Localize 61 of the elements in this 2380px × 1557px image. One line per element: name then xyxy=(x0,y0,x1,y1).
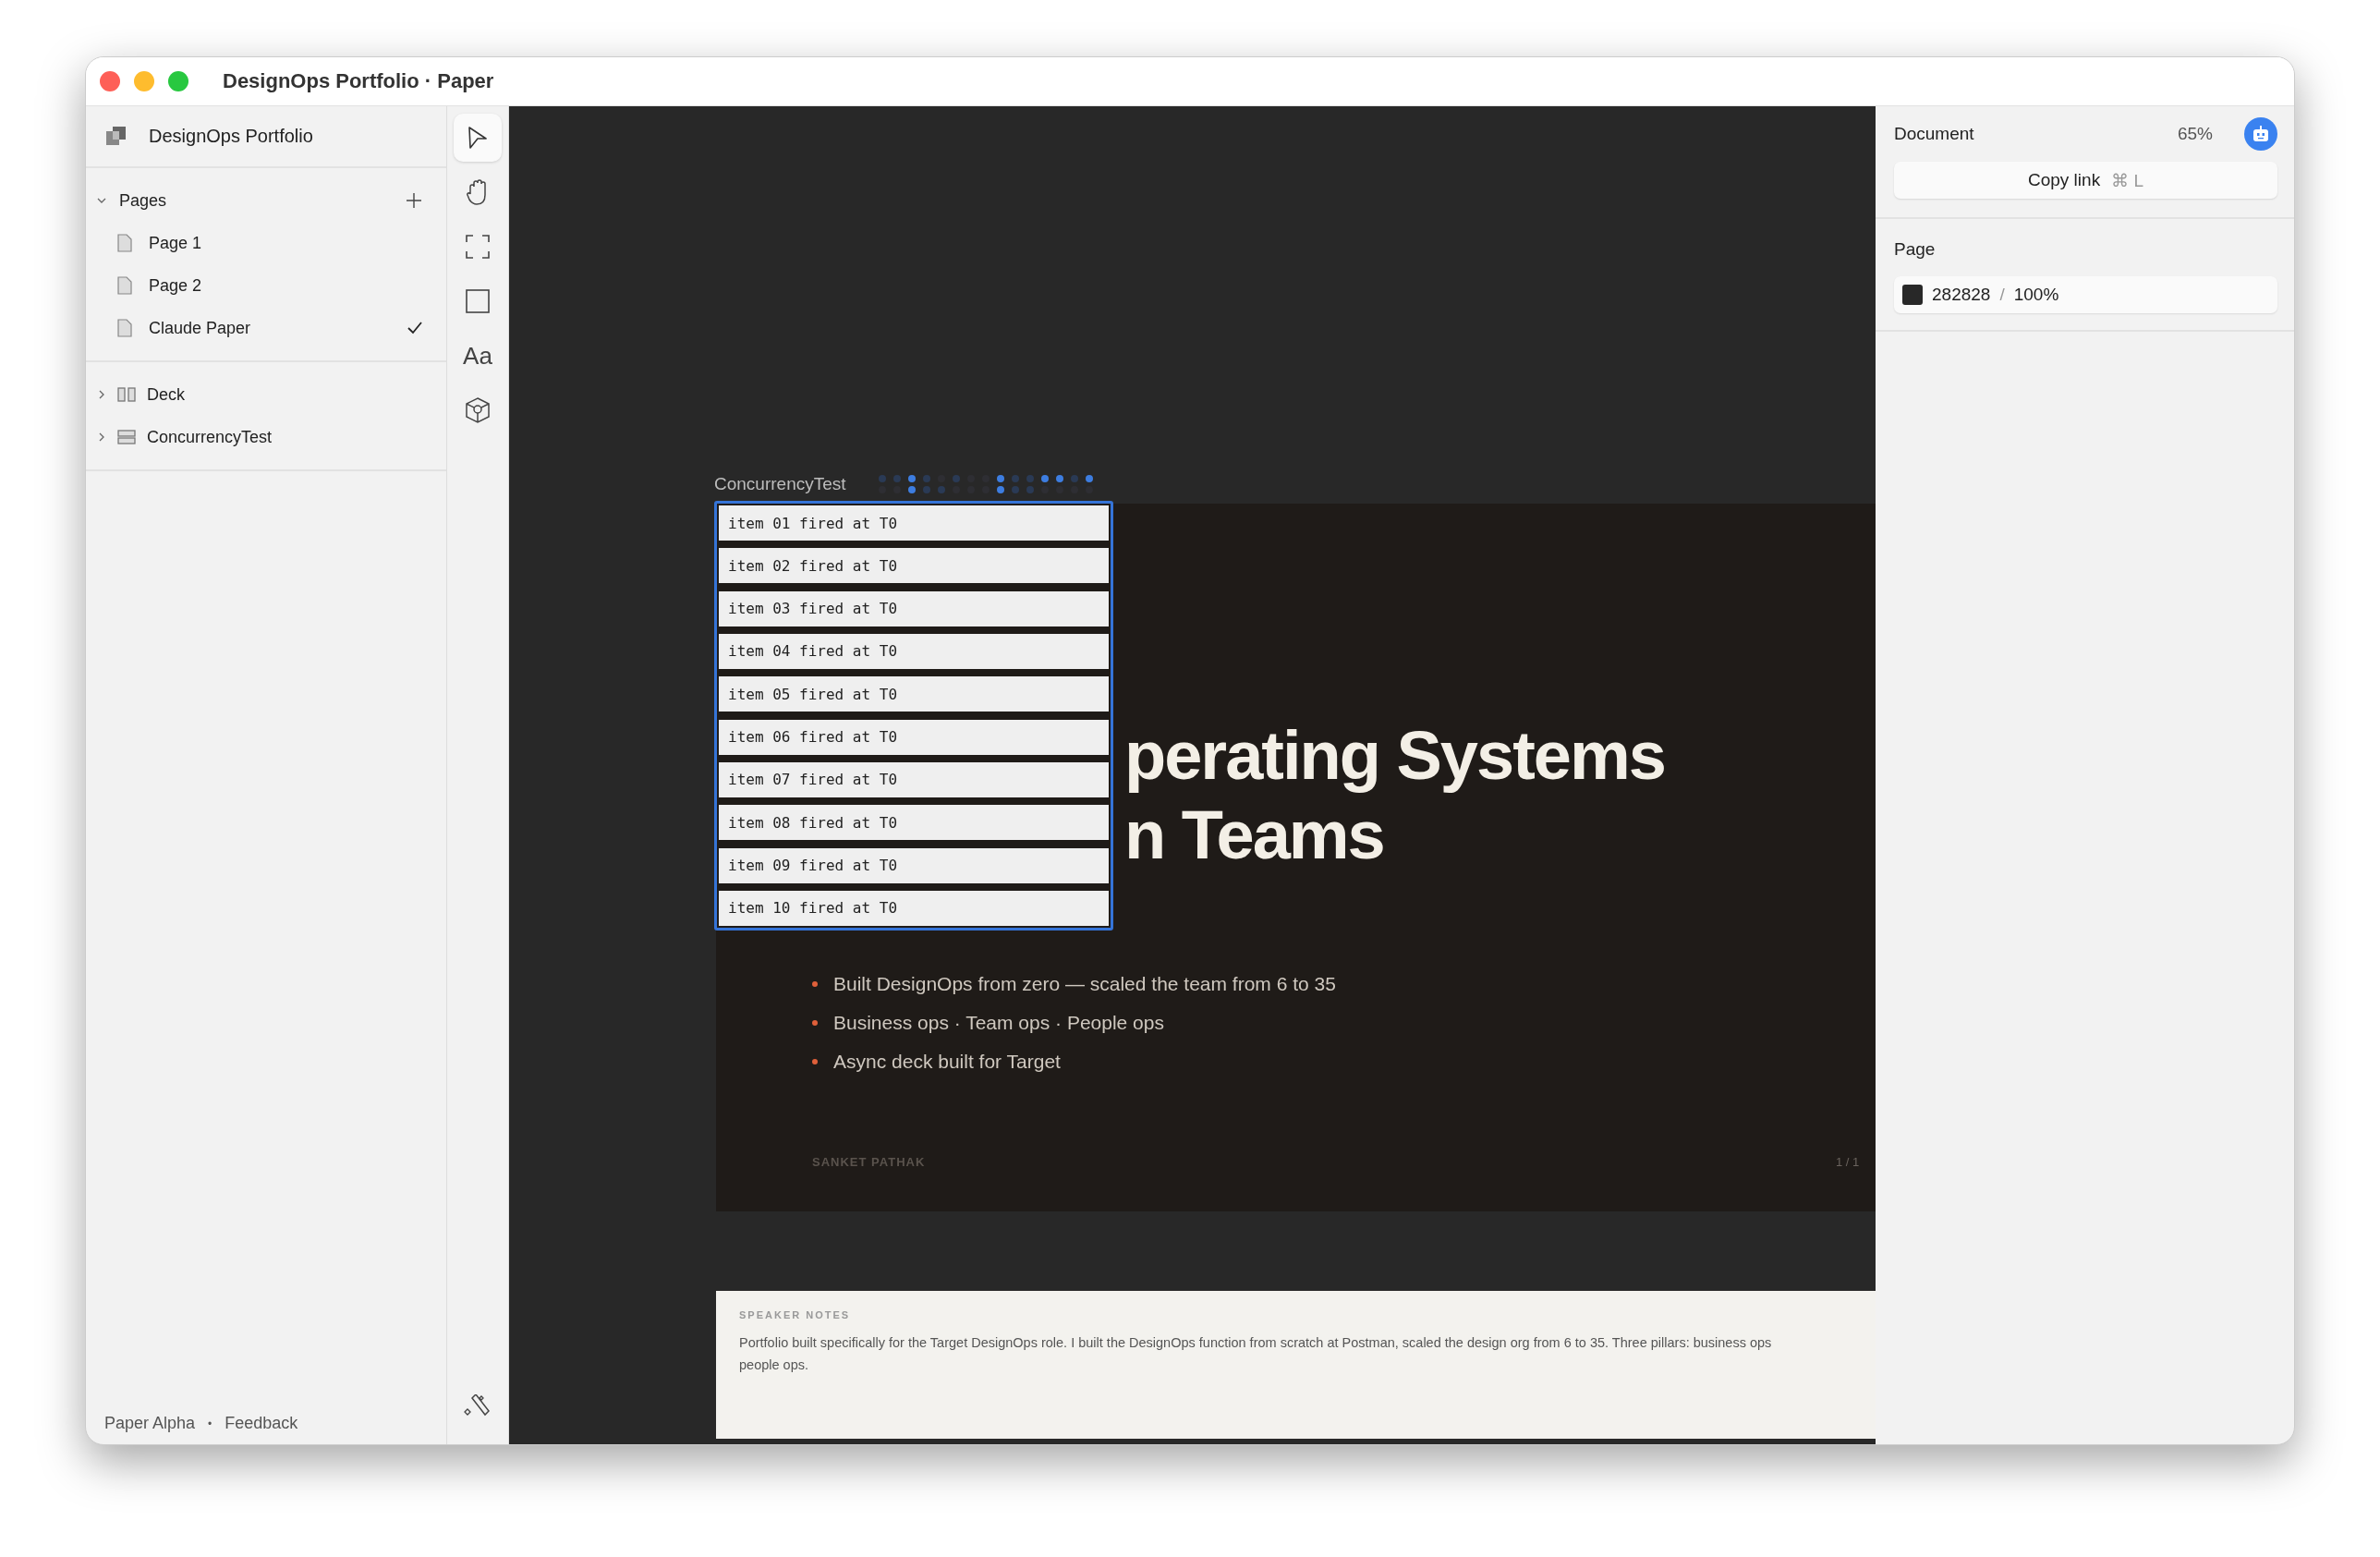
section-title: Page xyxy=(1894,239,1937,260)
page-icon xyxy=(117,234,132,252)
logo-icon xyxy=(106,126,127,147)
feedback-link[interactable]: Feedback xyxy=(225,1414,298,1433)
slide-title: n Teams xyxy=(1124,796,1384,874)
notes-text: people ops. xyxy=(739,1356,809,1374)
version-label: Paper Alpha xyxy=(104,1414,196,1433)
bullet-text: Built DesignOps from zero — scaled the team from 6 to 35 xyxy=(833,973,1336,995)
frame-label: ConcurrencyTest xyxy=(714,474,846,494)
cube-icon xyxy=(465,396,491,424)
layer-item[interactable]: ConcurrencyTest xyxy=(86,416,446,458)
assistant-button[interactable] xyxy=(2244,117,2277,151)
project-name: DesignOps Portfolio xyxy=(149,126,313,147)
list-item: item 07 fired at T0 xyxy=(719,761,1109,797)
author-name: SANKET PATHAK xyxy=(812,1155,926,1169)
color-swatch[interactable] xyxy=(1902,285,1923,305)
pointer-icon xyxy=(467,126,489,150)
bullet-dot xyxy=(812,1059,818,1064)
robot-icon xyxy=(2252,126,2270,142)
frame-icon xyxy=(466,235,490,259)
page-icon xyxy=(117,276,132,295)
notes-text: Portfolio built specifically for the Target DesignOps role. I built the DesignOps function from scratch at Postman, scaled the design org from 6 to 35. Three pillars: business ops xyxy=(739,1334,1773,1352)
chevron-icon[interactable] xyxy=(97,196,106,205)
chevron-icon[interactable] xyxy=(97,390,106,399)
list-item: item 01 fired at T0 xyxy=(719,505,1109,541)
list-item: item 04 fired at T0 xyxy=(719,634,1109,669)
list-item: item 10 fired at T0 xyxy=(719,890,1109,926)
page-item[interactable]: Page 1 xyxy=(86,222,446,264)
section-title: Document xyxy=(1894,124,1975,144)
section-title: Pages xyxy=(119,190,168,211)
rectangle-icon xyxy=(466,289,490,313)
bullet-text: Async deck built for Target xyxy=(833,1051,1061,1073)
page-item[interactable]: Claude Paper xyxy=(86,307,446,349)
chevron-icon[interactable] xyxy=(97,432,106,442)
page-number: 1 / 1 xyxy=(1836,1155,1860,1169)
bullet-text: Business ops · Team ops · People ops xyxy=(833,1012,1164,1034)
selected-frame[interactable]: item 01 fired at T0 item 02 fired at T0 item 03 fired at T0 item 04 fired at T0 item 05 fired at T0 item 06 fired at T0 item 07 fired at T0 item 08 fired at T0 item 09 fired at T0 item 10 fired at T0 xyxy=(714,501,1113,931)
page-color-field[interactable]: 282828 / 100% xyxy=(1894,276,2277,313)
close-button[interactable] xyxy=(100,71,120,91)
bullet-dot xyxy=(812,1020,818,1026)
text-tool-button[interactable]: Aa xyxy=(454,332,502,380)
layer-item[interactable]: Deck xyxy=(86,373,446,416)
columns-icon xyxy=(117,386,136,403)
list-item: item 02 fired at T0 xyxy=(719,548,1109,584)
select-tool-button[interactable] xyxy=(454,114,502,162)
list-item: item 03 fired at T0 xyxy=(719,590,1109,626)
zoom-level[interactable]: 65% xyxy=(2177,124,2213,144)
bullet-dot xyxy=(812,981,818,987)
page-item[interactable]: Page 2 xyxy=(86,264,446,307)
separator-dot: • xyxy=(208,1417,212,1430)
list-item: item 05 fired at T0 xyxy=(719,676,1109,712)
window-title: DesignOps Portfolio · Paper xyxy=(223,69,494,93)
notes-heading: SPEAKER NOTES xyxy=(739,1309,852,1320)
rows-icon xyxy=(117,429,136,445)
list-item: item 08 fired at T0 xyxy=(719,805,1109,841)
page-icon xyxy=(117,319,132,337)
list-item: item 09 fired at T0 xyxy=(719,847,1109,883)
copy-link-button[interactable]: Copy link ⌘ L xyxy=(1894,162,2277,199)
list-item: item 06 fired at T0 xyxy=(719,719,1109,755)
add-icon[interactable] xyxy=(406,192,422,209)
slide-title: perating Systems xyxy=(1124,716,1665,795)
